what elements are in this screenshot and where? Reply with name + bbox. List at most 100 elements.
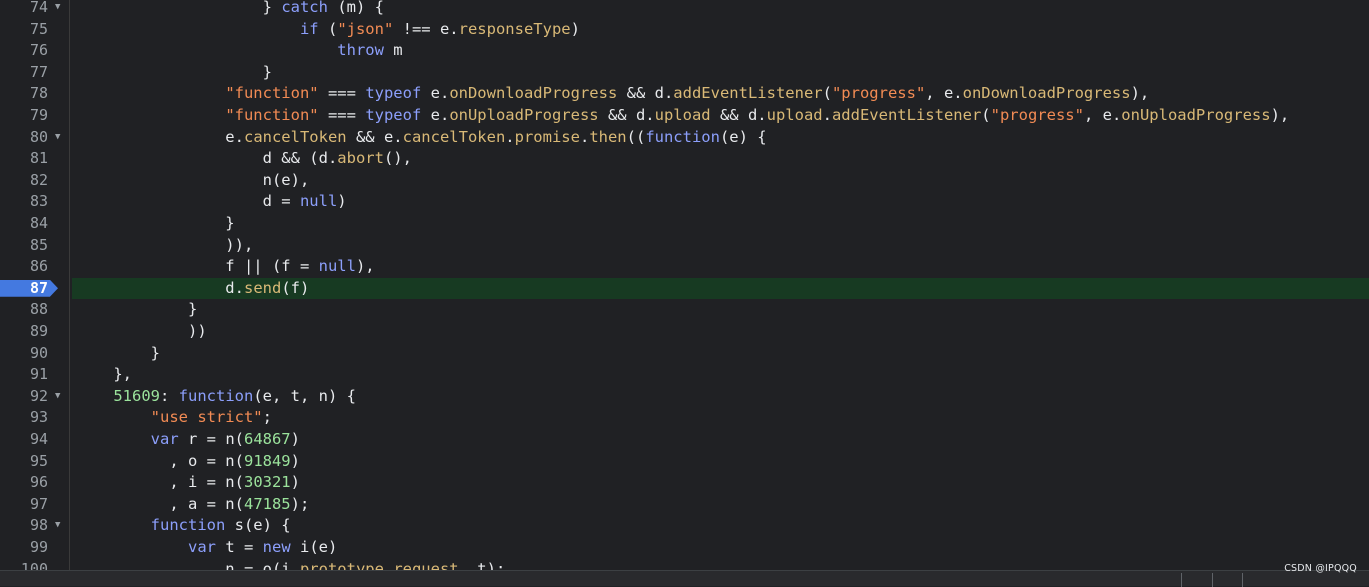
code-token: addEventListener [831,106,982,124]
line-number[interactable]: 86 [0,256,48,278]
code-line[interactable]: 82 n(e), [0,170,1369,192]
fold-arrow-icon[interactable]: ▼ [55,127,60,149]
code-text[interactable]: } [72,213,1369,235]
code-text[interactable]: d = null) [72,191,1369,213]
status-bar [0,570,1369,587]
line-number[interactable]: 82 [0,170,48,192]
code-line[interactable]: 97 , a = n(47185); [0,494,1369,516]
code-text[interactable]: f || (f = null), [72,256,1369,278]
code-token: prototype [299,559,384,570]
code-line[interactable]: 93 "use strict"; [0,407,1369,429]
code-text[interactable]: , i = n(30321) [72,472,1369,494]
code-token: && d. [710,106,767,124]
line-number[interactable]: 87 [0,278,48,300]
line-number[interactable]: 95 [0,451,48,473]
code-line[interactable]: 86 f || (f = null), [0,256,1369,278]
code-line[interactable]: 84 } [0,213,1369,235]
line-number[interactable]: 84 [0,213,48,235]
line-number[interactable]: 79 [0,105,48,127]
line-number[interactable]: 88 [0,299,48,321]
code-text[interactable]: throw m [72,40,1369,62]
fold-arrow-icon[interactable]: ▼ [55,0,60,19]
line-number[interactable]: 85 [0,235,48,257]
code-text[interactable]: , a = n(47185); [72,494,1369,516]
code-line[interactable]: 87 d.send(f) [0,277,1369,300]
code-text[interactable]: )), [72,235,1369,257]
code-text[interactable]: e.cancelToken && e.cancelToken.promise.t… [72,127,1369,149]
code-text[interactable]: } [72,299,1369,321]
line-number[interactable]: 97 [0,494,48,516]
code-line[interactable]: 91 }, [0,364,1369,386]
code-line[interactable]: 74 ▼ } catch (m) { [0,0,1369,19]
line-number[interactable]: 74 [0,0,48,19]
line-number[interactable]: 99 [0,537,48,559]
line-number[interactable]: 100 [0,559,48,570]
line-number[interactable]: 91 [0,364,48,386]
code-line[interactable]: 95 , o = n(91849) [0,451,1369,473]
code-line[interactable]: 81 d && (d.abort(), [0,148,1369,170]
line-number[interactable]: 92 [0,386,48,408]
code-text[interactable]: n = o(i.prototype.request, t); [72,559,1369,570]
code-line[interactable]: 75 if ("json" !== e.responseType) [0,19,1369,41]
code-text[interactable]: d && (d.abort(), [72,148,1369,170]
code-line[interactable]: 83 d = null) [0,191,1369,213]
code-line[interactable]: 99 var t = new i(e) [0,537,1369,559]
line-number[interactable]: 98 [0,515,48,537]
line-number[interactable]: 83 [0,191,48,213]
code-line[interactable]: 100 n = o(i.prototype.request, t); [0,559,1369,570]
code-token: === [318,106,366,124]
fold-arrow-icon[interactable]: ▼ [55,515,60,537]
code-line[interactable]: 92 ▼ 51609: function(e, t, n) { [0,386,1369,408]
code-editor[interactable]: 74 ▼ } catch (m) {75 if ("json" !== e.res… [0,0,1369,570]
code-text[interactable]: "function" === typeof e.onUploadProgress… [72,105,1369,127]
code-line[interactable]: 76 throw m [0,40,1369,62]
line-number[interactable]: 80 [0,127,48,149]
code-text[interactable]: "use strict"; [72,407,1369,429]
line-number[interactable]: 77 [0,62,48,84]
code-line[interactable]: 98 ▼ function s(e) { [0,515,1369,537]
code-line[interactable]: 90 } [0,343,1369,365]
code-text[interactable]: } [72,343,1369,365]
line-number[interactable]: 94 [0,429,48,451]
code-line[interactable]: 94 var r = n(64867) [0,429,1369,451]
code-line[interactable]: 96 , i = n(30321) [0,472,1369,494]
code-text[interactable]: n(e), [72,170,1369,192]
code-line[interactable]: 80 ▼ e.cancelToken && e.cancelToken.promi… [0,127,1369,149]
code-text[interactable]: function s(e) { [72,515,1369,537]
code-token: "progress" [831,84,926,103]
status-divider [1242,573,1243,587]
code-text[interactable]: } catch (m) { [72,0,1369,19]
code-token: ; [262,408,272,427]
line-number[interactable]: 75 [0,19,48,41]
code-token: "use strict" [150,408,263,427]
code-text[interactable]: var t = new i(e) [72,537,1369,559]
line-number[interactable]: 90 [0,343,48,365]
code-token: "function" [225,84,319,103]
line-number[interactable]: 78 [0,83,48,105]
code-line[interactable]: 78 "function" === typeof e.onDownloadPro… [0,83,1369,105]
line-number[interactable]: 93 [0,407,48,429]
code-text[interactable]: )) [72,321,1369,343]
code-text[interactable]: d.send(f) [72,277,1369,300]
code-text[interactable]: "function" === typeof e.onDownloadProgre… [72,83,1369,105]
line-number[interactable]: 96 [0,472,48,494]
code-text[interactable]: 51609: function(e, t, n) { [72,386,1369,408]
code-text[interactable]: , o = n(91849) [72,451,1369,473]
line-number[interactable]: 89 [0,321,48,343]
code-text[interactable]: }, [72,364,1369,386]
code-line[interactable]: 77 } [0,62,1369,84]
fold-arrow-icon[interactable]: ▼ [55,386,60,408]
code-line[interactable]: 85 )), [0,235,1369,257]
line-number[interactable]: 81 [0,148,48,170]
line-number[interactable]: 76 [0,40,48,62]
code-line[interactable]: 79 "function" === typeof e.onUploadProgr… [0,105,1369,127]
code-line[interactable]: 88 } [0,299,1369,321]
code-text[interactable]: var r = n(64867) [72,429,1369,451]
code-line[interactable]: 89 )) [0,321,1369,343]
code-text[interactable]: if ("json" !== e.responseType) [72,19,1369,41]
code-token: n = o(i. [76,559,300,570]
code-text[interactable]: } [72,62,1369,84]
